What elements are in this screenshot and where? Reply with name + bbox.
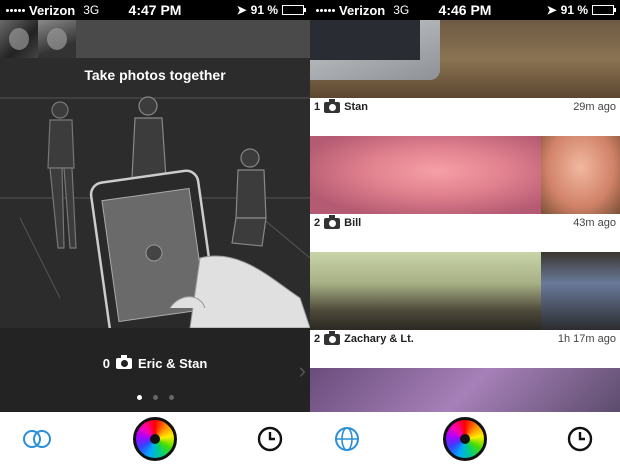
tab-history[interactable] (245, 412, 295, 465)
avatar[interactable] (38, 20, 76, 58)
clock-icon (257, 426, 283, 451)
item-meta: 2 Bill 43m ago (310, 214, 620, 232)
item-name: Bill (344, 217, 362, 229)
chevron-right-icon[interactable]: › (299, 358, 306, 384)
people-icon (23, 429, 51, 448)
signal-icon (316, 8, 335, 12)
globe-icon (335, 426, 359, 451)
tab-people[interactable] (12, 412, 62, 465)
photo-thumbnail[interactable] (541, 136, 620, 214)
item-time-ago: 29m ago (573, 101, 616, 113)
photo-thumbnail[interactable] (310, 20, 620, 98)
camera-color-wheel-icon (133, 416, 177, 461)
right-phone-screen: Verizon 3G 4:46 PM ➤ 91 % 1 Stan 29m ago (310, 0, 620, 465)
list-item[interactable]: 2 Bill 43m ago (310, 136, 620, 234)
carrier-label: Verizon (29, 2, 76, 18)
photo-feed[interactable]: 1 Stan 29m ago 2 Bill 43m ago 2 Zachary … (310, 20, 620, 412)
list-item[interactable]: 2 Zachary & Lt. 1h 17m ago (310, 252, 620, 350)
camera-icon (324, 214, 341, 229)
photo-thumbnail[interactable] (541, 252, 620, 330)
item-meta: 2 Zachary & Lt. 1h 17m ago (310, 330, 620, 348)
left-phone-screen: Verizon 3G 4:47 PM ➤ 91 % Take photos to… (0, 0, 310, 465)
session-caption: 0 Eric & Stan (0, 355, 310, 371)
clock-icon (567, 426, 593, 451)
photo-thumbnail[interactable] (310, 368, 620, 412)
tab-bar (0, 412, 310, 465)
tab-history[interactable] (555, 412, 605, 465)
list-item[interactable] (310, 368, 620, 412)
photo-count: 0 (102, 356, 110, 371)
status-bar: Verizon 3G 4:47 PM ➤ 91 % (0, 0, 310, 20)
page-dot[interactable] (136, 395, 142, 400)
tab-camera[interactable] (130, 412, 180, 465)
item-name: Stan (344, 101, 368, 113)
status-time: 4:46 PM (438, 2, 492, 18)
page-indicator[interactable] (0, 395, 310, 400)
status-time: 4:47 PM (128, 2, 182, 18)
tab-camera[interactable] (440, 412, 490, 465)
item-time-ago: 43m ago (573, 217, 616, 229)
tab-bar (310, 412, 620, 465)
page-dot[interactable] (168, 395, 174, 400)
photo-thumbnail[interactable] (310, 252, 541, 330)
location-arrow-icon: ➤ (236, 3, 247, 17)
photo-count: 2 (314, 333, 321, 345)
item-time-ago: 1h 17m ago (557, 333, 616, 345)
location-arrow-icon: ➤ (546, 3, 557, 17)
battery-icon (592, 5, 616, 15)
status-bar: Verizon 3G 4:46 PM ➤ 91 % (310, 0, 620, 20)
illustration-image (0, 96, 310, 328)
signal-icon (6, 8, 25, 12)
tab-explore[interactable] (322, 412, 372, 465)
camera-icon (324, 330, 341, 345)
intro-title: Take photos together (84, 67, 226, 83)
photo-count: 2 (314, 217, 321, 229)
photo-thumbnail[interactable] (310, 136, 541, 214)
item-meta: 1 Stan 29m ago (310, 98, 620, 116)
session-caption-bar[interactable]: 0 Eric & Stan › (0, 328, 310, 412)
carrier-label: Verizon (339, 2, 386, 18)
photo-count: 1 (314, 101, 321, 113)
list-item[interactable]: 1 Stan 29m ago (310, 20, 620, 118)
camera-icon (115, 355, 132, 369)
battery-percent: 91 % (560, 3, 588, 17)
session-names: Eric & Stan (137, 356, 208, 371)
avatar[interactable] (0, 20, 38, 58)
page-dot[interactable] (152, 395, 158, 400)
camera-icon (324, 98, 341, 113)
item-name: Zachary & Lt. (344, 333, 414, 345)
battery-icon (282, 5, 306, 15)
network-label: 3G (83, 3, 100, 17)
battery-percent: 91 % (250, 3, 278, 17)
camera-color-wheel-icon (443, 416, 487, 461)
avatars-bar-background (76, 20, 310, 58)
intro-illustration-panel: Take photos together (0, 58, 310, 328)
network-label: 3G (393, 3, 410, 17)
